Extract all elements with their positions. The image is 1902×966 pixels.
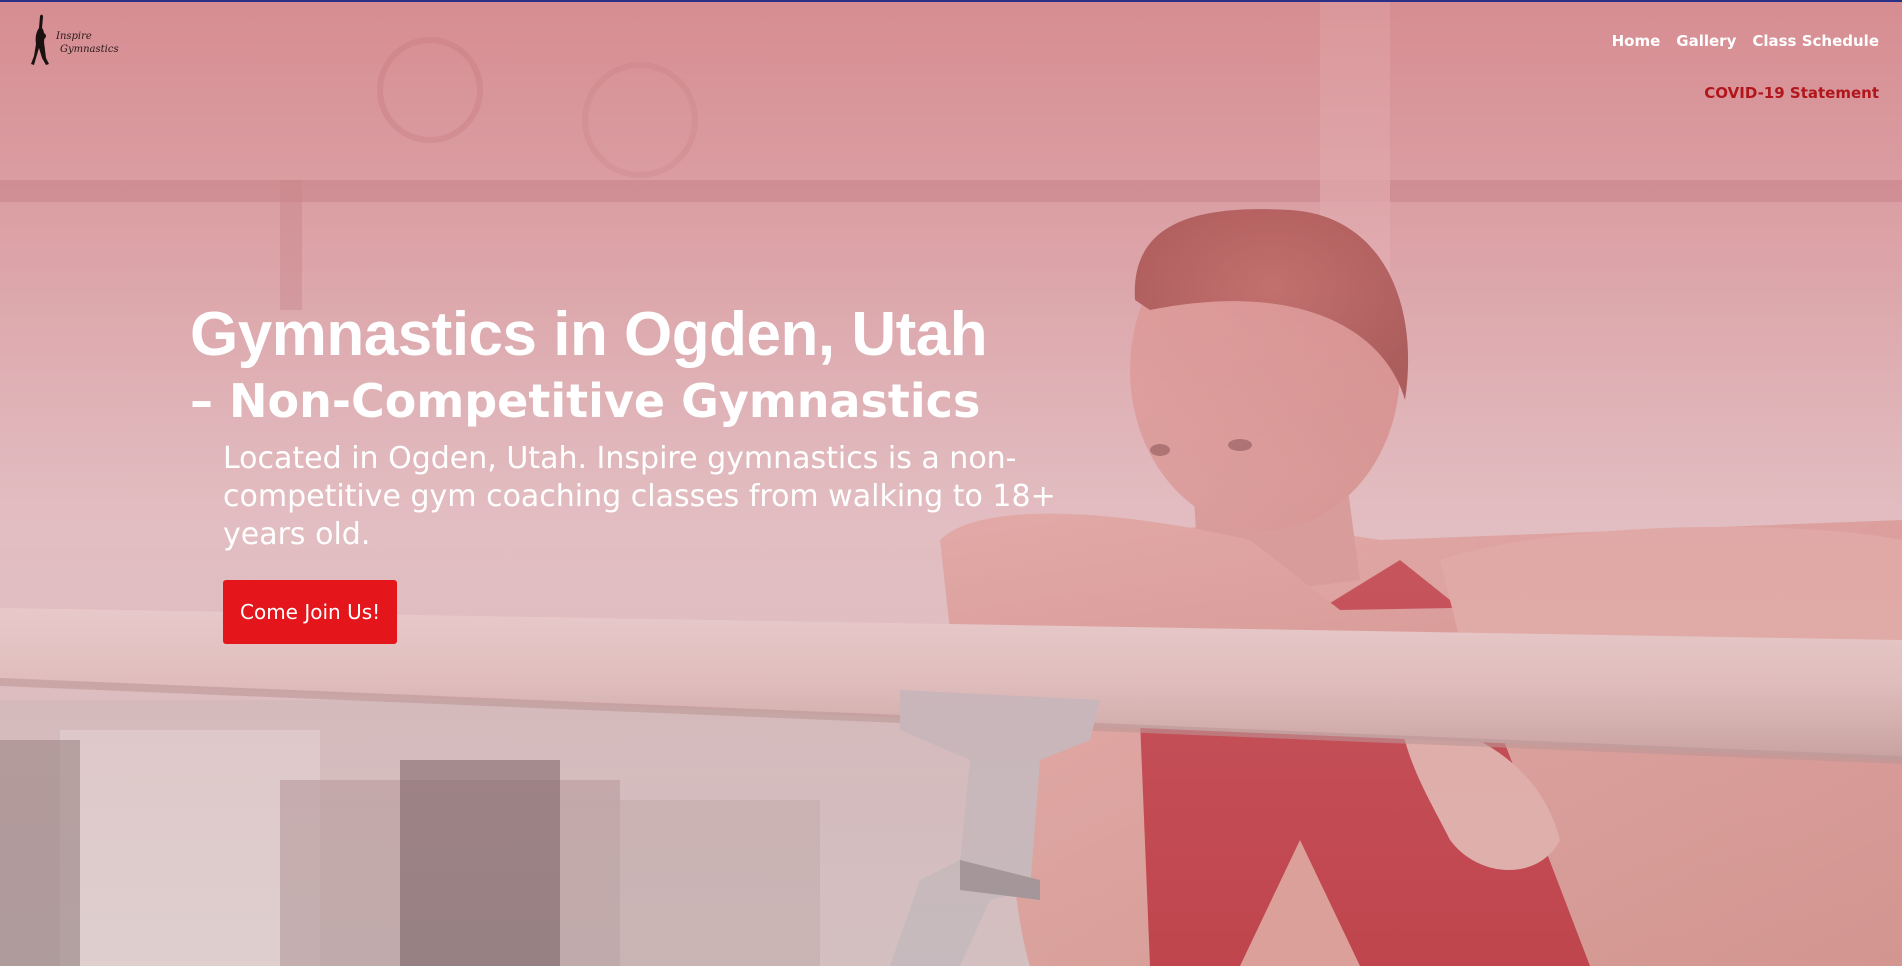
brand-logo[interactable]: Inspire Gymnastics (30, 14, 119, 66)
covid-statement-link[interactable]: COVID-19 Statement (1704, 84, 1879, 102)
come-join-us-button[interactable]: Come Join Us! (223, 580, 398, 644)
page: Inspire Gymnastics Home Gallery Class Sc… (0, 0, 1902, 966)
nav-home[interactable]: Home (1612, 32, 1661, 50)
hero-subtitle: – Non-Competitive Gymnastics (190, 374, 981, 428)
hero-description: Located in Ogden, Utah. Inspire gymnasti… (223, 441, 1056, 552)
top-rule (0, 0, 1902, 2)
logo-line-1: Inspire (56, 31, 92, 42)
nav-class-schedule[interactable]: Class Schedule (1752, 32, 1879, 50)
main-nav: Home Gallery Class Schedule (1612, 32, 1879, 50)
hero-title: Gymnastics in Ogden, Utah (190, 300, 988, 369)
logo-line-2: Gymnastics (60, 44, 119, 55)
gymnast-silhouette-icon (31, 14, 49, 65)
nav-gallery[interactable]: Gallery (1676, 32, 1736, 50)
hero-content: Gymnastics in Ogden, Utah – Non-Competit… (190, 296, 1090, 644)
logo-wordmark: Inspire Gymnastics (56, 30, 119, 56)
